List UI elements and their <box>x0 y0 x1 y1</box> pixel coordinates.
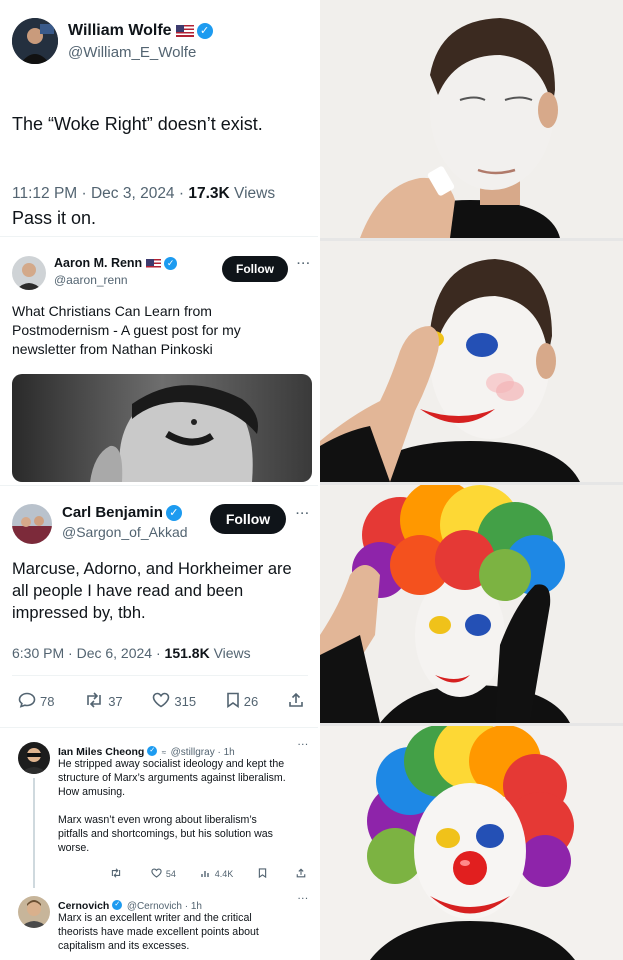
like-count: 315 <box>174 694 197 709</box>
follow-button[interactable]: Follow <box>210 504 286 534</box>
us-flag-icon <box>146 258 162 269</box>
avatar[interactable] <box>12 504 52 544</box>
avatar[interactable] <box>18 742 50 774</box>
bookmark-button[interactable] <box>258 868 271 880</box>
reply-text: He stripped away socialist ideology and … <box>58 758 286 854</box>
tweet-text-line: Pass it on. <box>12 208 97 228</box>
divider <box>0 727 318 728</box>
verified-badge-icon: ✓ <box>165 505 182 522</box>
reply-cernovich[interactable]: Cernovich ✓ @Cernovich · 1h ··· Marx is a… <box>0 890 318 960</box>
avatar[interactable] <box>12 18 58 64</box>
repost-icon <box>110 868 122 880</box>
reply-action-bar: 54 4.4K <box>110 868 310 880</box>
like-button[interactable]: 315 <box>152 692 196 711</box>
views-label: Views <box>209 645 251 661</box>
verified-badge-icon: ✓ <box>196 22 213 39</box>
link-card-image[interactable] <box>12 374 312 482</box>
verified-badge-icon: ✓ <box>147 745 158 756</box>
meme-panel-1 <box>320 0 623 238</box>
tweets-column: William Wolfe ✓ @William_E_Wolfe The “Wok… <box>0 0 318 960</box>
user-handle[interactable]: @William_E_Wolfe <box>68 44 196 61</box>
meme-panel-4 <box>320 726 623 960</box>
share-button[interactable] <box>296 868 310 880</box>
display-name[interactable]: Aaron M. Renn ✓ <box>54 256 178 271</box>
us-flag-icon <box>175 24 194 37</box>
repost-button[interactable]: 37 <box>84 692 123 711</box>
repost-count: 37 <box>108 694 123 709</box>
views-count: 4.4K <box>214 869 234 879</box>
reply-button[interactable]: 78 <box>18 692 54 711</box>
display-name-text[interactable]: William Wolfe <box>68 22 172 39</box>
share-button[interactable] <box>288 692 308 711</box>
thread-line <box>33 778 35 888</box>
meme-panel-2 <box>320 241 623 482</box>
more-options-button[interactable]: ··· <box>297 258 311 270</box>
tweet-carl-benjamin[interactable]: Carl Benjamin ✓ @Sargon_of_Akkad Follow ·… <box>0 488 318 724</box>
divider <box>0 485 318 486</box>
affiliation-icon: ≈ <box>161 748 167 757</box>
share-icon <box>288 692 304 711</box>
bookmark-button[interactable]: 26 <box>226 692 258 711</box>
tweet-text-line <box>12 160 263 182</box>
tweet-william-wolfe[interactable]: William Wolfe ✓ @William_E_Wolfe The “Wok… <box>0 0 318 232</box>
repost-button[interactable] <box>110 868 126 880</box>
like-count: 54 <box>165 869 176 879</box>
repost-icon <box>84 692 104 711</box>
heart-icon <box>152 692 170 711</box>
user-handle[interactable]: @Sargon_of_Akkad <box>62 524 188 540</box>
reply-count: 78 <box>40 694 55 709</box>
tweet-text: What Christians Can Learn from Postmoder… <box>12 303 241 357</box>
reply-icon <box>18 692 36 711</box>
bookmark-count: 26 <box>243 694 259 709</box>
display-name[interactable]: William Wolfe ✓ <box>68 22 213 40</box>
views-count: 17.3K <box>188 185 230 202</box>
more-options-button[interactable]: ··· <box>296 508 310 520</box>
avatar[interactable] <box>12 256 46 290</box>
man-applying-clown-makeup-image <box>320 241 623 482</box>
reply-ian-miles-cheong[interactable]: Ian Miles Cheong ✓ ≈ @stillgray · 1h ··· … <box>0 730 318 890</box>
timestamp-text[interactable]: 6:30 PM · Dec 6, 2024 · <box>12 645 165 661</box>
more-options-button[interactable]: ··· <box>298 740 309 749</box>
tweet-action-bar: 78 37 315 26 <box>18 692 308 711</box>
like-button[interactable]: 54 <box>151 868 176 880</box>
display-name-text[interactable]: Carl Benjamin <box>62 504 163 521</box>
views-count: 151.8K <box>164 645 210 661</box>
tweet-timestamp[interactable]: 11:12 PM · Dec 3, 2024 · 17.3K Views <box>12 185 275 203</box>
views-button[interactable]: 4.4K <box>201 868 234 880</box>
divider <box>12 675 308 676</box>
verified-badge-icon: ✓ <box>164 257 178 271</box>
meme-panel-3 <box>320 485 623 723</box>
display-name[interactable]: Carl Benjamin ✓ <box>62 504 182 522</box>
views-label: Views <box>229 185 276 202</box>
tweet-text: Marcuse, Adorno, and Horkheimer are all … <box>12 560 292 622</box>
timestamp-text[interactable]: 11:12 PM · Dec 3, 2024 · <box>12 185 188 202</box>
reply-text: Marx is an excellent writer and the crit… <box>58 912 259 952</box>
share-icon <box>296 868 306 880</box>
display-name-text[interactable]: Aaron M. Renn <box>54 256 142 270</box>
tweet-timestamp[interactable]: 6:30 PM · Dec 6, 2024 · 151.8K Views <box>12 645 251 661</box>
tweet-text-line: The “Woke Right” doesn’t exist. <box>12 114 263 134</box>
full-clown-image <box>320 726 623 960</box>
heart-icon <box>151 868 162 880</box>
user-handle[interactable]: @aaron_renn <box>54 273 128 287</box>
avatar[interactable] <box>18 896 50 928</box>
man-applying-white-face-paint-image <box>320 0 623 238</box>
verified-badge-icon: ✓ <box>112 899 123 910</box>
bookmark-icon <box>226 692 240 711</box>
man-putting-on-rainbow-wig-image <box>320 485 623 723</box>
bookmark-icon <box>258 868 267 880</box>
tweet-aaron-renn[interactable]: Aaron M. Renn ✓ @aaron_renn Follow ··· Wh… <box>0 240 318 482</box>
follow-button[interactable]: Follow <box>222 256 288 282</box>
divider <box>0 236 318 237</box>
tweet-text: The “Woke Right” doesn’t exist. Pass it … <box>12 88 263 232</box>
analytics-icon <box>201 868 211 880</box>
more-options-button[interactable]: ··· <box>298 894 309 903</box>
